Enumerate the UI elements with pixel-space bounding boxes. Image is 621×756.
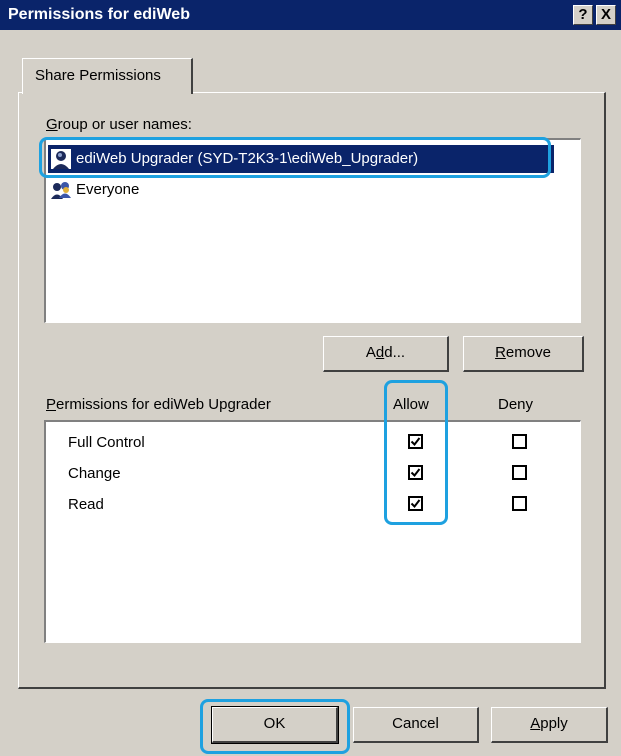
window-title: Permissions for ediWeb xyxy=(8,6,190,23)
tab-label: Share Permissions xyxy=(35,67,161,84)
title-bar[interactable]: Permissions for ediWeb ? X xyxy=(0,0,621,30)
close-button[interactable]: X xyxy=(596,5,616,25)
ok-button[interactable]: OK xyxy=(211,706,339,744)
help-button[interactable]: ? xyxy=(573,5,593,25)
permissions-dialog: Permissions for ediWeb ? X Share Permiss… xyxy=(0,0,621,756)
tab-share-permissions[interactable]: Share Permissions xyxy=(22,58,193,94)
tab-panel xyxy=(18,92,606,689)
apply-button[interactable]: Apply xyxy=(491,707,608,743)
cancel-button[interactable]: Cancel xyxy=(353,707,479,743)
